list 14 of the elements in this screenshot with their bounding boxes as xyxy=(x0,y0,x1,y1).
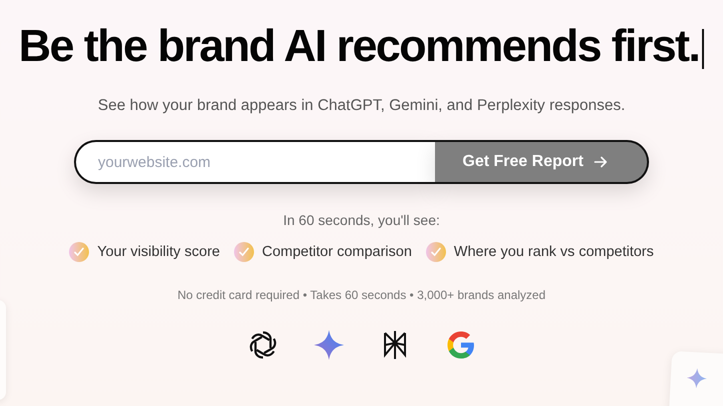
feature-label: Competitor comparison xyxy=(262,244,412,260)
check-icon xyxy=(69,242,90,262)
intro-text: In 60 seconds, you'll see: xyxy=(283,212,440,228)
sparkle-icon xyxy=(312,329,344,361)
text-cursor xyxy=(702,29,704,69)
feature-label: Where you rank vs competitors xyxy=(454,244,654,260)
subtitle: See how your brand appears in ChatGPT, Gemini, and Perplexity responses. xyxy=(98,97,626,115)
headline: Be the brand AI recommends first. xyxy=(18,19,700,73)
g-letter-icon xyxy=(444,329,476,361)
feature-label: Your visibility score xyxy=(97,244,220,260)
check-icon xyxy=(234,242,254,262)
note-text: No credit card required • Takes 60 seconds • 3,000+ brands analyzed xyxy=(177,288,546,302)
sparkle-icon xyxy=(686,368,708,389)
check-icon xyxy=(426,242,446,262)
